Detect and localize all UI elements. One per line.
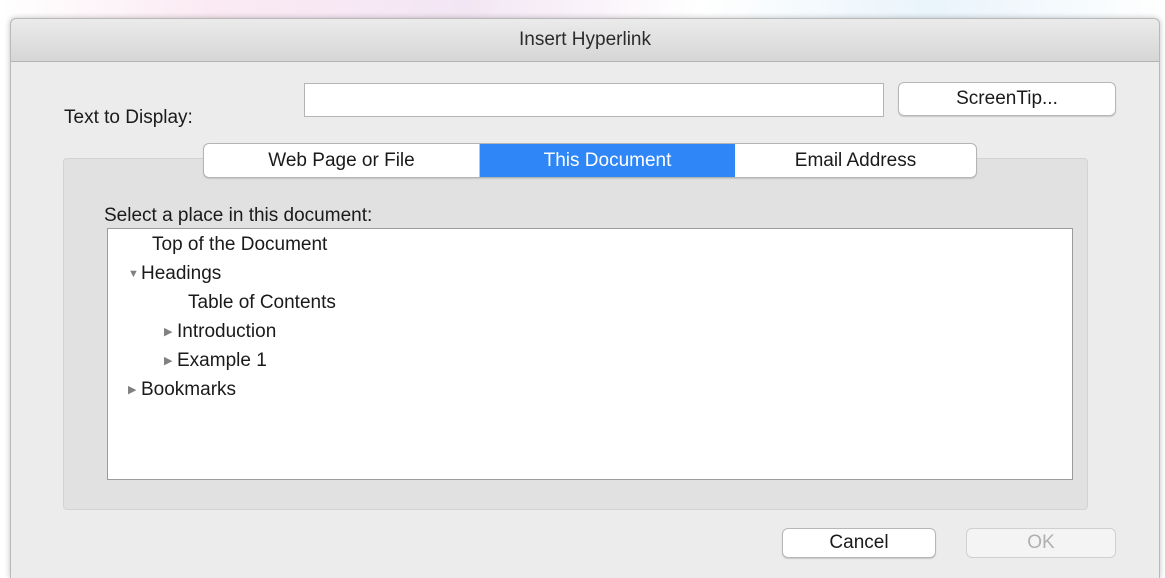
tab-web-page-or-file[interactable]: Web Page or File — [204, 144, 480, 177]
text-to-display-label: Text to Display: — [64, 107, 193, 128]
tree-item-table-of-contents[interactable]: Table of Contents — [188, 291, 336, 315]
tree-item-headings[interactable]: ▼ Headings — [128, 262, 221, 286]
disclosure-right-icon[interactable]: ▶ — [164, 349, 174, 373]
tree-item-top-of-document[interactable]: Top of the Document — [152, 233, 327, 257]
disclosure-right-icon[interactable]: ▶ — [128, 378, 138, 402]
tab-email-address[interactable]: Email Address — [735, 144, 976, 177]
link-type-tabs: Web Page or File This Document Email Add… — [203, 143, 977, 178]
tree-item-label: Top of the Document — [152, 234, 328, 255]
tree-item-bookmarks[interactable]: ▶ Bookmarks — [128, 378, 236, 402]
insert-hyperlink-dialog: Insert Hyperlink Text to Display: Screen… — [10, 18, 1160, 578]
tab-this-document[interactable]: This Document — [480, 144, 735, 177]
tree-item-example-1[interactable]: ▶ Example 1 — [164, 349, 267, 373]
cancel-button[interactable]: Cancel — [782, 528, 936, 558]
tree-item-label: Headings — [141, 263, 222, 284]
ok-button[interactable]: OK — [966, 528, 1116, 558]
tree-item-label: Bookmarks — [141, 379, 237, 400]
disclosure-right-icon[interactable]: ▶ — [164, 320, 174, 344]
select-place-label: Select a place in this document: — [104, 205, 373, 226]
tree-item-label: Table of Contents — [188, 292, 336, 313]
document-places-list[interactable]: Top of the Document ▼ Headings Table of C… — [107, 228, 1073, 480]
screentip-button[interactable]: ScreenTip... — [898, 82, 1116, 116]
tree-item-label: Introduction — [177, 321, 277, 342]
dialog-title: Insert Hyperlink — [11, 19, 1159, 62]
tree-item-label: Example 1 — [177, 350, 267, 371]
text-to-display-input[interactable] — [304, 83, 884, 117]
disclosure-down-icon[interactable]: ▼ — [128, 262, 139, 286]
tree-item-introduction[interactable]: ▶ Introduction — [164, 320, 276, 344]
